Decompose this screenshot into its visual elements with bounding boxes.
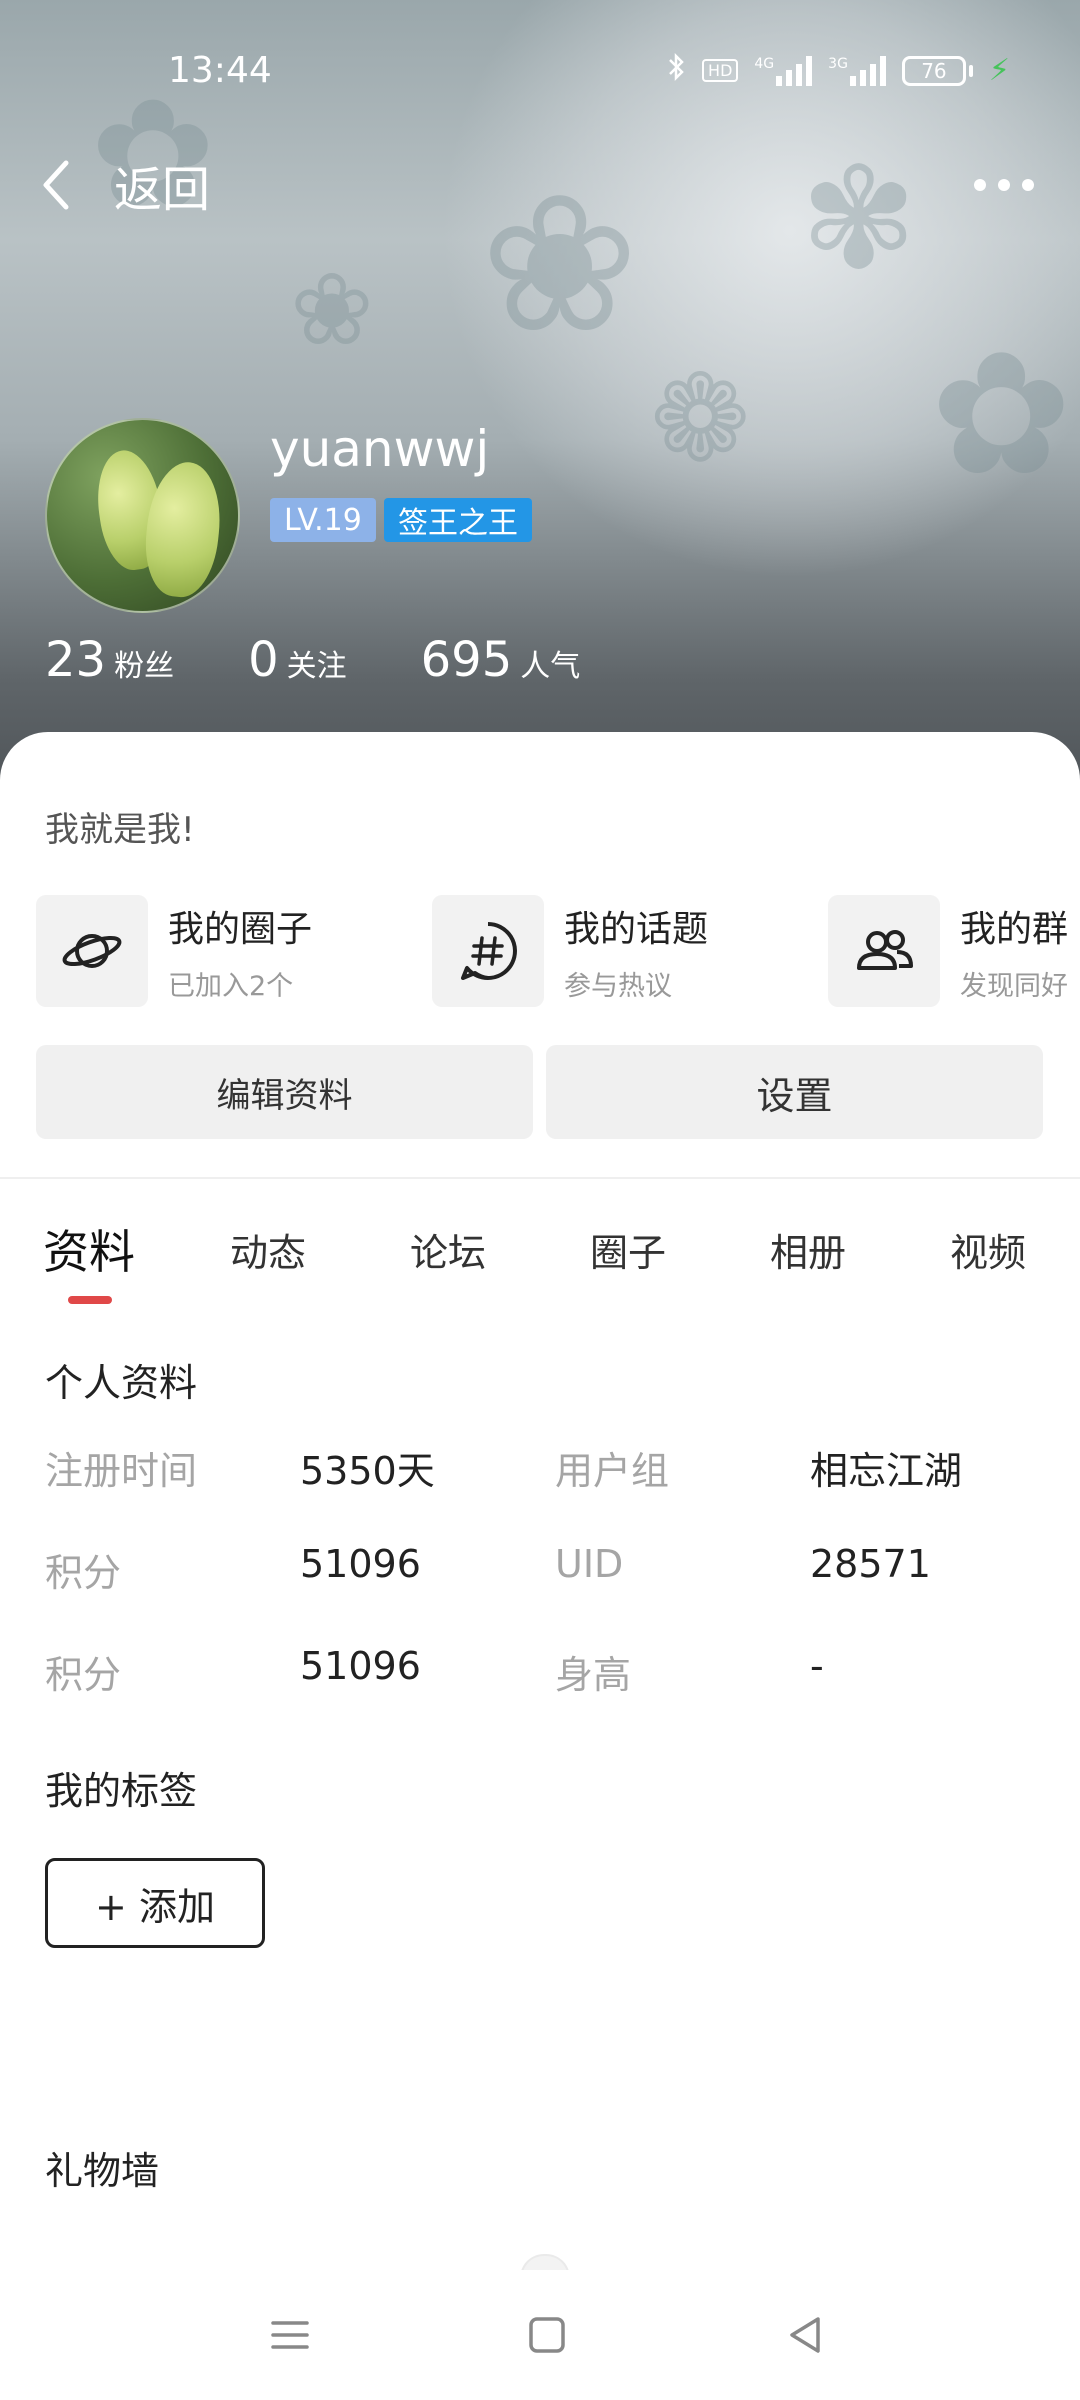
shortcut-my-groups[interactable]: 我的群 发现同好: [828, 895, 1068, 1007]
stat-label: 人气: [520, 649, 581, 684]
battery-icon: 76: [901, 55, 973, 86]
level-badge: LV.19: [270, 498, 376, 542]
planet-icon: [62, 934, 122, 968]
floral-pattern: ❀: [290, 251, 374, 368]
shortcut-my-topics[interactable]: 我的话题 参与热议: [432, 895, 708, 1007]
floral-pattern: ✿: [930, 316, 1073, 514]
divider: [0, 1177, 1080, 1179]
gift-wall-title: 礼物墙: [45, 2149, 160, 2193]
tab-videos[interactable]: 视频: [950, 1222, 1026, 1277]
stat-value: 0: [248, 632, 279, 688]
info-label-points: 积分: [45, 1653, 122, 1697]
info-value-points: 51096: [300, 1542, 421, 1586]
back-button[interactable]: 返回: [36, 150, 210, 220]
stat-label: 粉丝: [114, 649, 175, 684]
my-tags-title: 我的标签: [45, 1769, 198, 1813]
home-square-icon[interactable]: [512, 2300, 582, 2370]
tab-album[interactable]: 相册: [770, 1222, 846, 1277]
profile-sheet: 我就是我! 我的圈子 已加入2个 我的话题 参与热议 我的群 发现同好 编辑资料…: [0, 732, 1080, 2400]
settings-button[interactable]: 设置: [546, 1045, 1043, 1139]
more-dots-icon[interactable]: [974, 165, 1034, 205]
shortcut-title: 我的圈子: [168, 908, 313, 950]
floral-pattern: ❀: [480, 154, 640, 375]
hd-badge: HD: [702, 59, 739, 82]
info-label-height: 身高: [555, 1653, 632, 1697]
tab-info[interactable]: 资料: [43, 1216, 135, 1282]
info-label-register-time: 注册时间: [45, 1449, 198, 1493]
info-value-register-time: 5350天: [300, 1449, 435, 1493]
active-tab-indicator: [68, 1296, 112, 1304]
shortcut-icon-box: [432, 895, 544, 1007]
menu-icon[interactable]: [255, 2300, 325, 2370]
system-nav-bar: [0, 2270, 1080, 2400]
tab-forum[interactable]: 论坛: [410, 1222, 486, 1277]
battery-level: 76: [901, 55, 966, 86]
floral-pattern: ✾: [800, 138, 918, 301]
info-value-user-group: 相忘江湖: [810, 1449, 963, 1493]
username: yuanwwj: [270, 420, 490, 478]
floral-pattern: ❁: [650, 350, 751, 489]
bolt-icon: ⚡: [988, 53, 1010, 88]
shortcut-title: 我的话题: [564, 908, 709, 950]
info-value-height: -: [810, 1644, 824, 1688]
bluetooth-icon: [666, 52, 686, 89]
shortcut-icon-box: [828, 895, 940, 1007]
shortcut-subtitle: 已加入2个: [168, 970, 294, 1002]
chevron-left-icon: [43, 160, 69, 210]
shortcut-my-circles[interactable]: 我的圈子 已加入2个: [36, 895, 312, 1007]
profile-tabs: 资料 动态 论坛 圈子 相册 视频: [0, 1202, 1080, 1312]
stat-value: 695: [420, 632, 513, 688]
status-bar: 13:44 HD 4G 3G 76 ⚡: [0, 0, 1080, 140]
signal-4g-icon: 4G: [754, 55, 813, 86]
stat-value: 23: [45, 632, 107, 688]
personal-info-title: 个人资料: [45, 1361, 198, 1405]
shortcut-subtitle: 参与热议: [564, 970, 672, 1002]
stat-fans[interactable]: 23 粉丝: [45, 632, 174, 688]
tab-circles[interactable]: 圈子: [590, 1222, 666, 1277]
profile-stats: 23 粉丝 0 关注 695 人气: [45, 632, 654, 688]
stat-label: 关注: [286, 649, 347, 684]
stat-following[interactable]: 0 关注: [248, 632, 347, 688]
shortcut-title: 我的群: [960, 908, 1069, 950]
stat-popularity: 695 人气: [421, 632, 581, 688]
tab-activity[interactable]: 动态: [230, 1222, 306, 1277]
back-triangle-icon[interactable]: [770, 2300, 840, 2370]
info-value-points: 51096: [300, 1644, 421, 1688]
back-label: 返回: [114, 162, 211, 218]
shortcut-icon-box: [36, 895, 148, 1007]
info-label-user-group: 用户组: [555, 1449, 670, 1493]
avatar[interactable]: [45, 418, 240, 613]
title-badge: 签王之王: [384, 498, 532, 542]
group-icon: [857, 930, 913, 970]
bio-text: 我就是我!: [45, 810, 195, 850]
signal-3g-icon: 3G: [828, 55, 886, 86]
info-label-uid: UID: [555, 1542, 624, 1586]
hashtag-icon: [461, 922, 517, 980]
info-label-points: 积分: [45, 1551, 122, 1595]
net-4g-label: 4G: [754, 55, 775, 72]
net-3g-label: 3G: [828, 55, 848, 72]
profile-header: ✿ ❀ ✾ ✿ ❁ ❀ 13:44 HD 4G 3G 76 ⚡ 返回 yuanw…: [0, 0, 1080, 800]
info-value-uid: 28571: [810, 1542, 931, 1586]
status-time: 13:44: [168, 50, 272, 91]
status-icons: HD 4G 3G 76 ⚡: [666, 52, 1010, 89]
edit-profile-button[interactable]: 编辑资料: [36, 1045, 533, 1139]
shortcut-subtitle: 发现同好: [960, 970, 1068, 1002]
add-tag-button[interactable]: + 添加: [45, 1858, 265, 1948]
